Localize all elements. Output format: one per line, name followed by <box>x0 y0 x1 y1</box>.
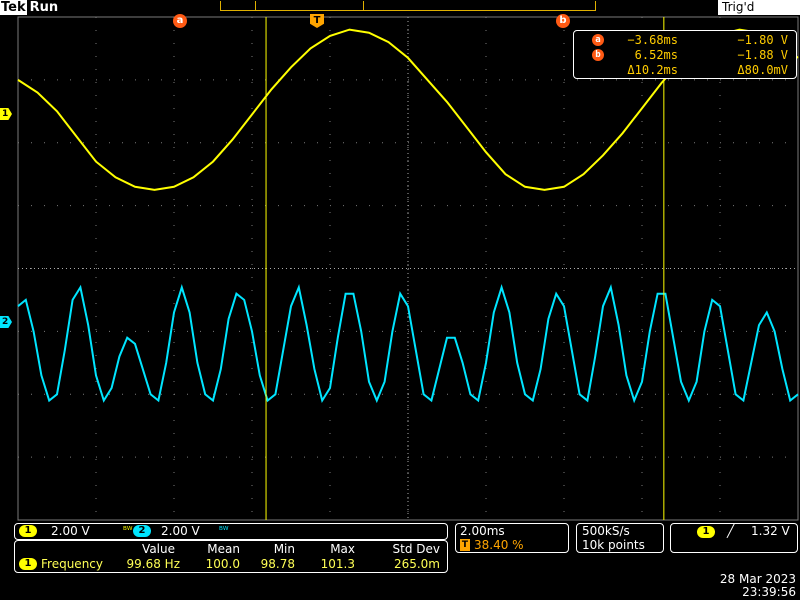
date-time: 28 Mar 2023 23:39:56 <box>710 573 800 599</box>
meas-min: 98.78 <box>260 557 295 571</box>
record-length: 10k points <box>582 538 645 552</box>
cursor-b-marker[interactable]: b <box>556 14 570 28</box>
trigger-level: 1.32 V <box>751 524 790 538</box>
cursor-b-time: 6.52ms <box>634 48 678 62</box>
meas-header-max: Max <box>330 542 355 556</box>
cursor-a-readout: a −3.68ms −1.80 V <box>574 33 796 47</box>
meas-max: 101.3 <box>320 557 355 571</box>
timebase: 2.00ms <box>460 524 505 538</box>
waveform-display <box>17 16 799 521</box>
ch1-badge: 1 <box>19 525 37 537</box>
meas-mean: 100.0 <box>205 557 240 571</box>
sample-rate: 500kS/s <box>582 524 630 538</box>
cursor-a-time: −3.68ms <box>627 33 678 47</box>
meas-header-value: Value <box>142 542 175 556</box>
trigger-position: 38.40 % <box>474 538 524 552</box>
ch2-waveform <box>17 284 799 404</box>
meas-std-dev: 265.0m <box>393 557 440 571</box>
cursor-b-readout: b 6.52ms −1.88 V <box>574 48 796 62</box>
trigger-panel[interactable]: 1 ╱ 1.32 V <box>670 523 798 553</box>
cursor-delta-value: Δ80.0mV <box>737 63 788 77</box>
cursor-a-marker[interactable]: a <box>173 14 187 28</box>
cursor-a-tag: a <box>592 34 604 46</box>
meas-source-badge: 1 <box>19 558 37 570</box>
acquisition-panel[interactable]: 500kS/s 10k points <box>576 523 664 553</box>
ch2-scale: 2.00 V <box>161 524 200 538</box>
cursor-readout: a −3.68ms −1.80 V b 6.52ms −1.88 V Δ10.2… <box>573 30 797 79</box>
cursor-delta-time: Δ10.2ms <box>627 63 678 77</box>
channel-scale-panel[interactable]: 1 2.00 V ᴮᵂ 2 2.00 V ᴮᵂ <box>14 523 448 540</box>
meas-header-std-dev: Std Dev <box>392 542 440 556</box>
bandwidth-limit-icon: ᴮᵂ <box>219 526 229 536</box>
bandwidth-limit-icon: ᴮᵂ <box>123 526 133 536</box>
cursor-b-tag: b <box>592 49 604 61</box>
meas-header-mean: Mean <box>207 542 240 556</box>
time: 23:39:56 <box>742 585 796 599</box>
meas-name: Frequency <box>41 557 103 571</box>
trigger-tag-icon: T <box>460 539 470 551</box>
graticule <box>17 16 799 521</box>
horizontal-panel[interactable]: 2.00ms T 38.40 % <box>455 523 569 553</box>
meas-value: 99.68 Hz <box>126 557 181 571</box>
trigger-source-badge: 1 <box>697 526 715 538</box>
cursor-delta-readout: Δ10.2ms Δ80.0mV <box>574 63 796 77</box>
rising-edge-icon: ╱ <box>727 524 735 538</box>
ch2-badge: 2 <box>133 525 151 537</box>
ch1-scale: 2.00 V <box>51 524 90 538</box>
meas-header-min: Min <box>273 542 295 556</box>
cursor-a-value: −1.80 V <box>737 33 788 47</box>
measurement-panel[interactable]: Value Mean Min Max Std Dev 1 Frequency 9… <box>14 540 448 573</box>
cursor-b-value: −1.88 V <box>737 48 788 62</box>
